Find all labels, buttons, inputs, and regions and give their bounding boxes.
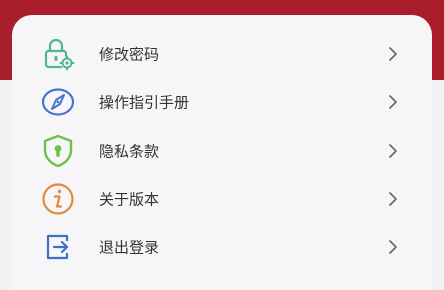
chevron-right-icon <box>389 144 397 158</box>
chevron-right-icon <box>389 240 397 254</box>
menu-item-label: 修改密码 <box>99 45 160 64</box>
shield-lock-icon <box>40 133 76 169</box>
chevron-right-icon <box>389 47 397 61</box>
menu-item-user-guide[interactable]: 操作指引手册 <box>12 78 432 126</box>
chevron-right-icon <box>389 192 397 206</box>
menu-item-change-password[interactable]: 修改密码 <box>12 30 432 78</box>
chevron-right-icon <box>389 95 397 109</box>
info-icon <box>40 181 76 217</box>
menu-item-label: 退出登录 <box>99 238 160 257</box>
menu-item-label: 隐私条款 <box>99 142 160 161</box>
menu-item-logout[interactable]: 退出登录 <box>12 223 432 271</box>
compass-icon <box>40 84 76 120</box>
menu-item-label: 关于版本 <box>99 190 160 209</box>
menu-item-privacy-terms[interactable]: 隐私条款 <box>12 127 432 175</box>
menu-item-label: 操作指引手册 <box>99 93 190 112</box>
menu-item-about-version[interactable]: 关于版本 <box>12 175 432 223</box>
lock-settings-icon <box>40 36 76 72</box>
settings-card: 修改密码 操作指引手册 隐私条款 关于版本 退出登录 <box>12 15 432 290</box>
logout-icon <box>40 229 76 265</box>
